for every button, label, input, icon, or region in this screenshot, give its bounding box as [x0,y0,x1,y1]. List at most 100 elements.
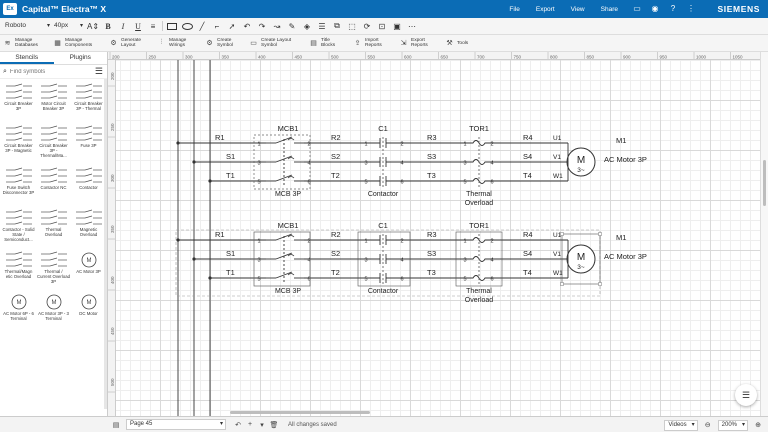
stencil-item[interactable]: Circuit Breaker 3P - Magnetic [2,125,35,163]
vertical-scroll-thumb[interactable] [763,160,766,206]
apps-icon[interactable]: ⋮ [686,3,696,13]
manage-wirings-button[interactable]: ⫶ Manage Wirings [157,38,197,48]
stencil-item[interactable]: Fuse 3P [72,125,105,163]
line-label: S3 [427,249,436,258]
stencil-item[interactable]: Contactor NC [37,167,70,205]
line-label: S3 [427,152,436,161]
stencil-item[interactable]: M AC Motor 3P [72,251,105,289]
tab-plugins[interactable]: Plugins [54,52,108,64]
zoom-out-icon[interactable]: ⊖ [702,419,714,431]
stencil-item[interactable]: Thermal Overload [37,209,70,247]
stencil-item[interactable]: Circuit Breaker 3P [2,83,35,121]
vertical-scrollbar[interactable] [760,52,768,416]
group-icon[interactable]: ⬚ [346,20,358,32]
ruler-tick-label: 400 [258,55,266,60]
tools-button[interactable]: ⚒ Tools [445,39,477,48]
arrange-icon[interactable]: ⧉ [331,20,343,32]
document-icon[interactable]: ▤ [110,419,122,431]
motor-symbol: M [577,155,585,166]
user-icon[interactable]: ◉ [650,3,660,13]
line-style-icon[interactable]: ☰ [316,20,328,32]
menu-file[interactable]: File [509,6,519,13]
stencil-item[interactable]: Thermal / Current Overload 3P [37,251,70,289]
page-select[interactable]: Page 45 [126,419,226,430]
lock-icon[interactable]: ⊡ [376,20,388,32]
bold-button[interactable]: B [102,20,114,32]
add-page-icon[interactable]: + [244,419,256,431]
comment-icon[interactable]: ▭ [632,3,642,13]
rectangle-icon[interactable] [166,20,178,32]
stencil-item[interactable]: Contactor [72,167,105,205]
menu-view[interactable]: View [571,6,585,13]
chevron-down-icon[interactable]: ▾ [256,419,268,431]
stencil-item[interactable]: M AC Motor 3P - 3 Terminal [37,293,70,331]
ruler-top-svg: 200 250 300 350 400 450 500 550 600 650 700 750 800 8… [109,52,743,60]
list-icon[interactable]: ☰ [735,384,757,406]
menu-share[interactable]: Share [601,6,618,13]
more-icon[interactable]: ⋯ [406,20,418,32]
terminal-number: 6 [400,180,403,186]
help-icon[interactable]: ? [668,3,678,13]
panel-scrollbar[interactable] [104,79,107,409]
export-reports-button[interactable]: ⇲ Export Reports [399,38,437,48]
pen-icon[interactable]: ✎ [286,20,298,32]
svg-text:M: M [86,258,91,264]
title-blocks-button[interactable]: ▤ Title Blocks [309,38,345,48]
stencil-item[interactable]: Motor Circuit Breaker 3P [37,83,70,121]
menu-export[interactable]: Export [536,6,555,13]
connector-icon[interactable]: ↝ [271,20,283,32]
delete-page-icon[interactable]: 🗑 [268,419,280,431]
export-icon: ⇲ [400,40,407,47]
stencil-item[interactable]: Fuse Switch Disconnector 3P [2,167,35,205]
manage-components-button[interactable]: ▦ Manage Components [53,38,101,48]
create-symbol-button[interactable]: ⚙ Create Symbol [205,38,241,48]
text-size-icon[interactable]: A⇕ [87,20,99,32]
undo-icon[interactable]: ↶ [241,20,253,32]
menu-icon[interactable]: ☰ [95,66,103,77]
tab-stencils[interactable]: Stencils [0,52,54,64]
schematic-drawing[interactable]: R1 1 2 R2 1 2 R3 1 2 R4 U1 S1 3 4 S2 3 4 S3 3 4 S4 V1 T1 5 6 T2 5 6… [116,60,760,416]
symbol-search-input[interactable] [9,68,80,75]
stencil-item[interactable]: Magnetic Overload [72,209,105,247]
stencil-item[interactable]: Thermal/Magn etic Overload [2,251,35,289]
stencil-item[interactable]: M DC Motor [72,293,105,331]
font-size-select[interactable]: 40px [54,20,84,32]
horizontal-scroll-thumb[interactable] [230,411,370,414]
ribbon-label: Manage Wirings [169,38,187,48]
drawing-canvas[interactable]: R1 1 2 R2 1 2 R3 1 2 R4 U1 S1 3 4 S2 3 4 S3 3 4 S4 V1 T1 5 6 T2 5 6… [116,60,760,416]
manage-databases-button[interactable]: ≋ Manage Databases [3,38,45,48]
polyline-icon[interactable]: ⌐ [211,20,223,32]
terminal-number: 1 [364,142,367,148]
stencil-item[interactable]: M AC Motor 6P - 6 Terminal [2,293,35,331]
ribbon-label: Create Layout Symbol [261,38,292,48]
layer-select[interactable]: Videos [664,419,698,431]
stencil-symbol-icon [4,125,34,143]
status-bar: ▤ Page 45 ↶ + ▾ 🗑 All changes saved Vide… [0,416,768,432]
undo-icon[interactable]: ↶ [232,419,244,431]
import-reports-button[interactable]: ⇪ Import Reports [353,38,391,48]
redo-icon[interactable]: ↷ [256,20,268,32]
rotate-icon[interactable]: ⟳ [361,20,373,32]
create-layout-symbol-button[interactable]: ▭ Create Layout Symbol [249,38,301,48]
image-icon[interactable]: ▣ [391,20,403,32]
stencil-item[interactable]: Circuit Breaker 3P - Thermal/Ma... [37,125,70,163]
font-family-select[interactable]: Roboto [3,20,51,32]
pointer-icon[interactable]: ➚ [226,20,238,32]
zoom-select[interactable]: 200% [717,419,748,431]
underline-button[interactable]: U [132,20,144,32]
stencil-item[interactable]: Circuit Breaker 3P - Thermal [72,83,105,121]
generate-layout-button[interactable]: ⚙ Generate Layout [109,38,149,48]
italic-button[interactable]: I [117,20,129,32]
svg-text:M: M [86,300,91,306]
ellipse-icon[interactable] [181,20,193,32]
stencil-label: AC Motor 6P - 6 Terminal [3,311,34,321]
stencil-label: Circuit Breaker 3P - Magnetic [4,143,33,153]
line-icon[interactable]: ╱ [196,20,208,32]
zoom-in-icon[interactable]: ⊕ [752,419,764,431]
stencil-item[interactable]: Contactor - Solid State / Semiconduct... [2,209,35,247]
align-icon[interactable]: ≡ [147,20,159,32]
ribbon-label: Manage Databases [15,38,38,48]
terminal-number: 5 [257,180,260,186]
fill-icon[interactable]: ◈ [301,20,313,32]
line-label: S1 [226,249,235,258]
